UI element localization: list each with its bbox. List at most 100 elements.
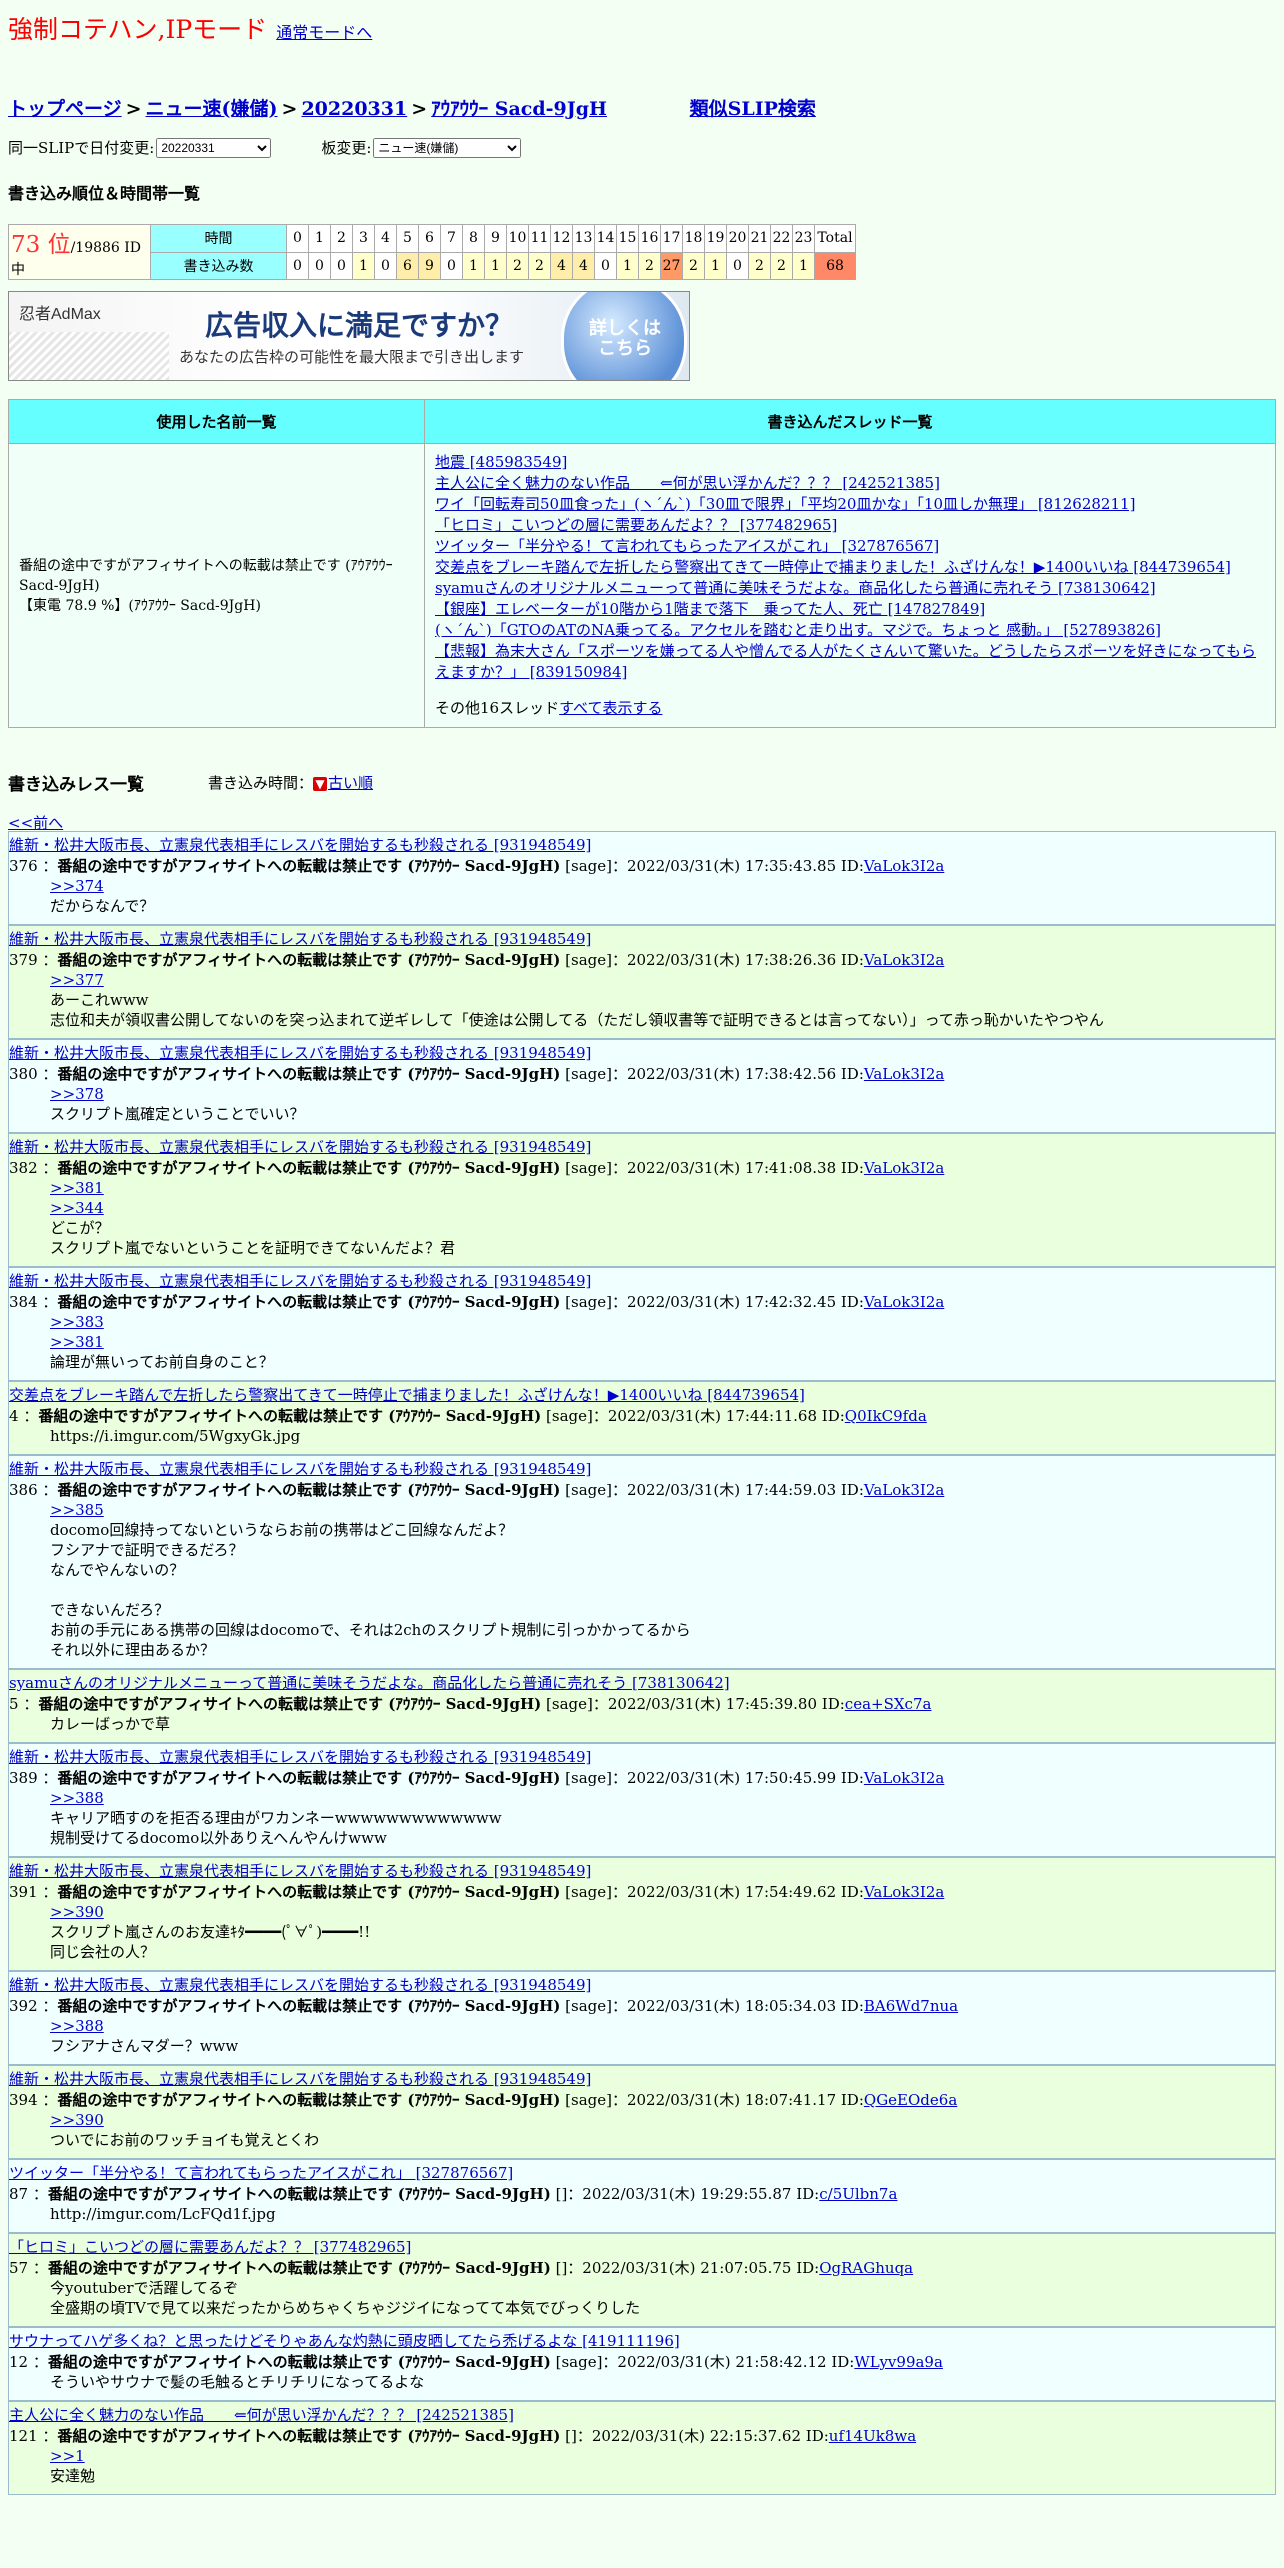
show-all-threads-link[interactable]: すべて表示する (559, 699, 662, 717)
thread-link[interactable]: ワイ「回転寿司50皿食った」(ヽ´ん`)「30皿で限界」「平均20皿かな」「10… (435, 494, 1265, 515)
post-name: 番組の途中ですがアフィサイトへの転載は禁止です (ｱｳｱｳｳｰ Sacd-9Jg… (47, 2185, 551, 2203)
post-text-line: 規制受けてるdocomo以外ありえへんやんけwww (50, 1829, 387, 1847)
post-body: >>388 キャリア晒すのを拒否る理由がワカンネーwwwwwwwwwwwww 規制受… (50, 1788, 1275, 1848)
post-id-link[interactable]: QGeEOde6a (864, 2091, 957, 2109)
post-id-link[interactable]: VaLok3I2a (864, 857, 944, 875)
thread-link[interactable]: 主人公に全く魅力のない作品 ⇐何が思い浮かんだ？？？ [242521385] (435, 473, 1265, 494)
thread-link[interactable]: 【悲報】為末大さん「スポーツを嫌ってる人や憎んでる人がたくさんいて驚いた。どうし… (435, 641, 1265, 683)
post-meta: [sage]：2022/03/31(木) 17:41:08.38 ID: (565, 1159, 864, 1177)
hour-cell: 17 (660, 224, 683, 253)
post-header: 394 ：番組の途中ですがアフィサイトへの転載は禁止です (ｱｳｱｳｳｰ Sac… (9, 2091, 958, 2109)
reply-anchor-link[interactable]: >>383 (50, 1313, 104, 1331)
post-text-line: フシアナさんマダー？www (50, 2037, 239, 2055)
sort-down-icon[interactable]: ▼ (313, 777, 328, 791)
post-thread-link[interactable]: 維新・松井大阪市長、立憲泉代表相手にレスバを開始するも秒殺される [931948… (9, 2069, 1275, 2089)
board-select[interactable]: ニュー速(嫌儲) (373, 137, 522, 158)
post-thread-link[interactable]: 維新・松井大阪市長、立憲泉代表相手にレスバを開始するも秒殺される [931948… (9, 835, 1275, 855)
count-cell: 2 (506, 251, 529, 280)
thread-link[interactable]: 交差点をブレーキ踏んで左折したら警察出てきて一時停止で捕まりました！ふざけんな！… (435, 557, 1265, 578)
post-id-link[interactable]: VaLok3I2a (864, 1065, 944, 1083)
breadcrumb-top[interactable]: トップページ (8, 98, 122, 120)
breadcrumb-slip[interactable]: ｱｳｱｳｳｰ Sacd-9JgH (431, 98, 607, 120)
post-body: >>1 安達勉 (50, 2446, 1275, 2486)
reply-anchor-link[interactable]: >>1 (50, 2447, 85, 2465)
thread-link[interactable]: 「ヒロミ」こいつどの層に需要あんだよ？？ [377482965] (435, 515, 1265, 536)
reply-anchor-link[interactable]: >>390 (50, 2111, 104, 2129)
reply-anchor-link[interactable]: >>388 (50, 2017, 104, 2035)
prev-page-link[interactable]: <<前へ (8, 814, 63, 832)
post-text-line: 安達勉 (50, 2467, 96, 2485)
post-id-link[interactable]: VaLok3I2a (864, 1883, 944, 1901)
post-thread-link[interactable]: 維新・松井大阪市長、立憲泉代表相手にレスバを開始するも秒殺される [931948… (9, 1043, 1275, 1063)
reply-anchor-link[interactable]: >>381 (50, 1333, 104, 1351)
post-thread-link[interactable]: 交差点をブレーキ踏んで左折したら警察出てきて一時停止で捕まりました！ふざけんな！… (9, 1385, 1275, 1405)
post-thread-link[interactable]: 維新・松井大阪市長、立憲泉代表相手にレスバを開始するも秒殺される [931948… (9, 1747, 1275, 1767)
mode-title: 強制コテハン,IPモード (8, 15, 268, 44)
names-threads-table: 使用した名前一覧 書き込んだスレッド一覧 番組の途中ですがアフィサイトへの転載は… (8, 399, 1276, 728)
used-name: 番組の途中ですがアフィサイトへの転載は禁止です (ｱｳｱｳｳｰ Sacd-9Jg… (19, 557, 393, 594)
reply-anchor-link[interactable]: >>390 (50, 1903, 104, 1921)
hour-cell: 15 (616, 224, 639, 253)
post-id-link[interactable]: VaLok3I2a (864, 1769, 944, 1787)
post-name: 番組の途中ですがアフィサイトへの転載は禁止です (ｱｳｱｳｳｰ Sacd-9Jg… (47, 2353, 551, 2371)
post-meta: [sage]：2022/03/31(木) 21:58:42.12 ID: (555, 2353, 855, 2371)
more-threads: その他16スレッドすべて表示する (435, 698, 1265, 719)
reply-anchor-link[interactable]: >>344 (50, 1199, 104, 1217)
normal-mode-link[interactable]: 通常モードへ (276, 23, 372, 42)
thread-link[interactable]: syamuさんのオリジナルメニューって普通に美味そうだよな。商品化したら普通に売… (435, 578, 1265, 599)
thread-link[interactable]: ツイッター「半分やる！て言われてもらったアイスがこれ」 [327876567] (435, 536, 1265, 557)
reply-anchor-link[interactable]: >>385 (50, 1501, 104, 1519)
post-id-link[interactable]: c/5Ulbn7a (819, 2185, 897, 2203)
post-text-line: 志位和夫が領収書公開してないのを突っ込まれて逆ギレして「使途は公開してる（ただし… (50, 1011, 1104, 1029)
post-meta: [sage]：2022/03/31(木) 17:54:49.62 ID: (565, 1883, 864, 1901)
thread-link[interactable]: 【銀座】エレベーターが10階から1階まで落下 乗ってた人、死亡 [1478278… (435, 599, 1265, 620)
post-id-link[interactable]: uf14Uk8wa (829, 2427, 916, 2445)
post-id-link[interactable]: VaLok3I2a (864, 1293, 944, 1311)
post-thread-link[interactable]: 「ヒロミ」こいつどの層に需要あんだよ？？ [377482965] (9, 2237, 1275, 2257)
post-text-line: ついでにお前のワッチョイも覚えとくわ (50, 2131, 320, 2149)
post-thread-link[interactable]: 維新・松井大阪市長、立憲泉代表相手にレスバを開始するも秒殺される [931948… (9, 1137, 1275, 1157)
reply-anchor-link[interactable]: >>381 (50, 1179, 104, 1197)
count-cell: 0 (440, 251, 463, 280)
selectors: 同一SLIPで日付変更: 20220331 板変更: ニュー速(嫌儲) (8, 137, 522, 158)
post-number: 382 (9, 1159, 38, 1177)
post-thread-link[interactable]: 維新・松井大阪市長、立憲泉代表相手にレスバを開始するも秒殺される [931948… (9, 1975, 1275, 1995)
post-thread-link[interactable]: 主人公に全く魅力のない作品 ⇐何が思い浮かんだ？？？ [242521385] (9, 2405, 1275, 2425)
thread-link[interactable]: (ヽ´ん`)「GTOのATのNA乗ってる。アクセルを踏むと走り出す。マジで。ちょ… (435, 620, 1265, 641)
post-id-link[interactable]: VaLok3I2a (864, 1481, 944, 1499)
post-text-line: どこが？ (50, 1219, 110, 1237)
post-thread-link[interactable]: サウナってハゲ多くね？と思ったけどそりゃあんな灼熱に頭皮晒してたら禿げるよな [… (9, 2331, 1275, 2351)
ad-banner[interactable]: 忍者AdMax 広告収入に満足ですか？ あなたの広告枠の可能性を最大限まで引き出… (8, 291, 690, 381)
post-thread-link[interactable]: syamuさんのオリジナルメニューって普通に美味そうだよな。商品化したら普通に売… (9, 1673, 1275, 1693)
post-text-line: お前の手元にある携帯の回線はdocomoで、それは2chのスクリプト規制に引っか… (50, 1621, 691, 1639)
post: 維新・松井大阪市長、立憲泉代表相手にレスバを開始するも秒殺される [931948… (8, 1039, 1276, 1133)
post-id-link[interactable]: OgRAGhuqa (819, 2259, 913, 2277)
post-id-link[interactable]: VaLok3I2a (864, 1159, 944, 1177)
date-select[interactable]: 20220331 (156, 137, 272, 158)
reply-anchor-link[interactable]: >>378 (50, 1085, 104, 1103)
reply-anchor-link[interactable]: >>374 (50, 877, 104, 895)
reply-anchor-link[interactable]: >>388 (50, 1789, 104, 1807)
similar-slip-search-link[interactable]: 類似SLIP検索 (690, 98, 816, 120)
post-thread-link[interactable]: ツイッター「半分やる！て言われてもらったアイスがこれ」 [327876567] (9, 2163, 1275, 2183)
sort-oldest-link[interactable]: 古い順 (328, 774, 373, 792)
post-name: 番組の途中ですがアフィサイトへの転載は禁止です (ｱｳｱｳｳｰ Sacd-9Jg… (57, 1159, 561, 1177)
post-text-line: スクリプト嵐さんのお友達ｷﾀ━━━━(ﾟ∀ﾟ)━━━━!! (50, 1923, 371, 1941)
breadcrumb-date[interactable]: 20220331 (301, 98, 407, 120)
post-thread-link[interactable]: 維新・松井大阪市長、立憲泉代表相手にレスバを開始するも秒殺される [931948… (9, 1271, 1275, 1291)
thread-link[interactable]: 地震 [485983549] (435, 452, 1265, 473)
post-thread-link[interactable]: 維新・松井大阪市長、立憲泉代表相手にレスバを開始するも秒殺される [931948… (9, 1861, 1275, 1881)
post-header: 379 ：番組の途中ですがアフィサイトへの転載は禁止です (ｱｳｱｳｳｰ Sac… (9, 951, 945, 969)
post-header: 392 ：番組の途中ですがアフィサイトへの転載は禁止です (ｱｳｱｳｳｰ Sac… (9, 1997, 959, 2015)
post-thread-link[interactable]: 維新・松井大阪市長、立憲泉代表相手にレスバを開始するも秒殺される [931948… (9, 929, 1275, 949)
breadcrumb-board[interactable]: ニュー速(嫌儲) (146, 98, 278, 120)
reply-anchor-link[interactable]: >>377 (50, 971, 104, 989)
post-id-link[interactable]: WLyv99a9a (854, 2353, 943, 2371)
post-number: 4 (9, 1407, 19, 1425)
post-id-link[interactable]: BA6Wd7nua (864, 1997, 958, 2015)
post-meta: [sage]：2022/03/31(木) 17:38:42.56 ID: (565, 1065, 864, 1083)
post-id-link[interactable]: VaLok3I2a (864, 951, 944, 969)
post-id-link[interactable]: cea+SXc7a (845, 1695, 932, 1713)
post-id-link[interactable]: Q0IkC9fda (845, 1407, 927, 1425)
post-thread-link[interactable]: 維新・松井大阪市長、立憲泉代表相手にレスバを開始するも秒殺される [931948… (9, 1459, 1275, 1479)
